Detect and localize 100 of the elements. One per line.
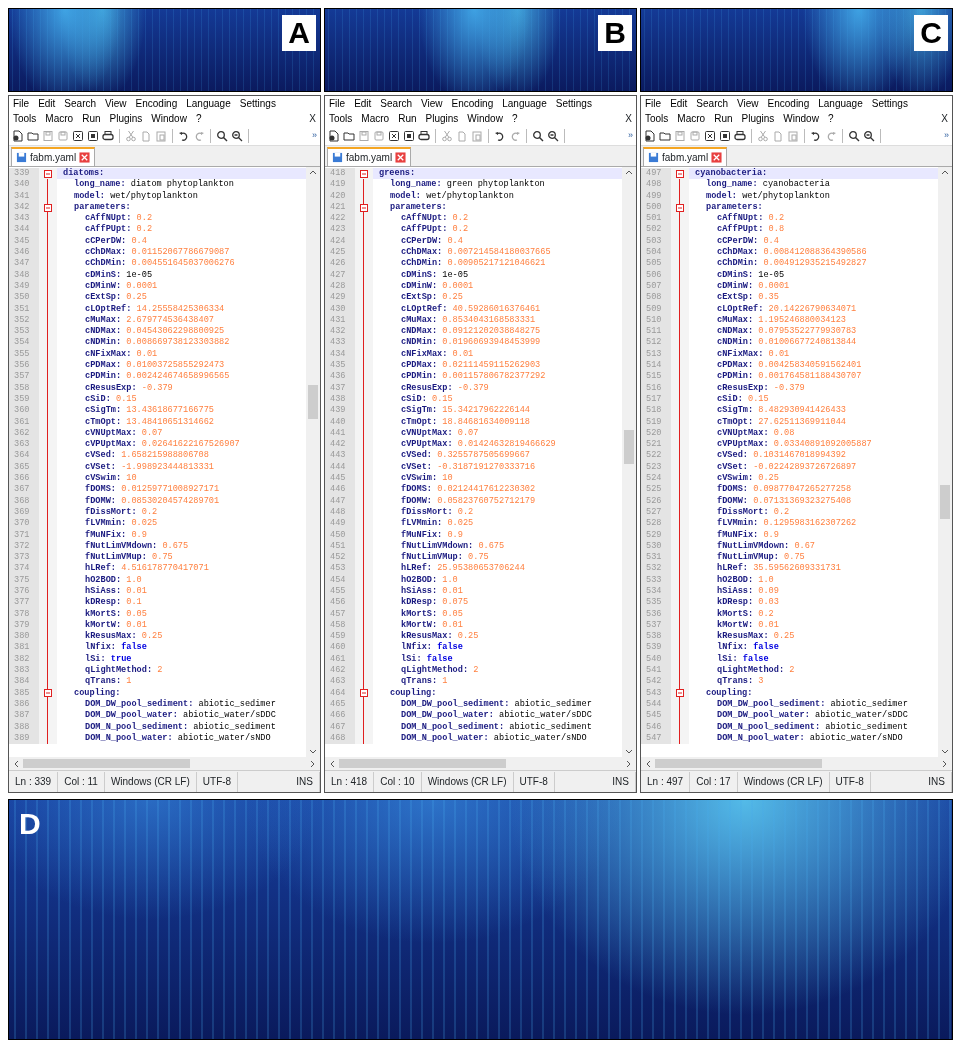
- menu-item[interactable]: Edit: [670, 96, 688, 111]
- file-tab[interactable]: fabm.yaml: [643, 147, 728, 166]
- more-button[interactable]: »: [628, 128, 633, 143]
- tab-label[interactable]: fabm.yaml: [30, 150, 77, 165]
- menu-item[interactable]: Tools: [645, 111, 669, 126]
- menu-item[interactable]: Language: [186, 96, 231, 111]
- menu-item[interactable]: File: [13, 96, 30, 111]
- minus-box-icon[interactable]: [44, 689, 52, 698]
- minus-box-icon[interactable]: [676, 169, 684, 178]
- folder-icon[interactable]: [659, 129, 671, 142]
- menu-item[interactable]: View: [105, 96, 127, 111]
- close-button[interactable]: X: [941, 111, 948, 126]
- close-button[interactable]: X: [625, 111, 632, 126]
- menu-item[interactable]: Plugins: [425, 111, 459, 126]
- close-icon[interactable]: [72, 129, 84, 142]
- new-file-icon[interactable]: [328, 129, 340, 142]
- menu-item[interactable]: Edit: [38, 96, 56, 111]
- minus-box-icon[interactable]: [360, 169, 368, 178]
- yaml-key: cNDMin:: [85, 337, 122, 348]
- minus-box-icon[interactable]: [44, 169, 52, 178]
- menu-item[interactable]: ?: [827, 111, 834, 126]
- menu-item[interactable]: Search: [64, 96, 97, 111]
- menu-item[interactable]: Window: [151, 111, 187, 126]
- tab-label[interactable]: fabm.yaml: [346, 150, 393, 165]
- undo-icon[interactable]: [810, 129, 822, 142]
- minus-box-icon[interactable]: [676, 203, 684, 212]
- close-icon[interactable]: [388, 129, 400, 142]
- search-icon[interactable]: [216, 129, 228, 142]
- scrollbar-thumb[interactable]: [308, 385, 318, 420]
- minus-box-icon[interactable]: [360, 203, 368, 212]
- menu-item[interactable]: Window: [467, 111, 503, 126]
- menu-item[interactable]: Search: [380, 96, 413, 111]
- new-file-icon[interactable]: [12, 129, 24, 142]
- line-number: 498: [641, 179, 671, 191]
- menu-item[interactable]: File: [329, 96, 346, 111]
- close-button[interactable]: X: [309, 111, 316, 126]
- undo-icon[interactable]: [178, 129, 190, 142]
- magnifier-icon[interactable]: [863, 129, 875, 142]
- menu-item[interactable]: Language: [502, 96, 547, 111]
- menu-item[interactable]: Run: [82, 111, 101, 126]
- new-file-icon[interactable]: [644, 129, 656, 142]
- folder-icon[interactable]: [343, 129, 355, 142]
- menu-item[interactable]: Macro: [677, 111, 706, 126]
- menu-item[interactable]: Encoding: [451, 96, 494, 111]
- folder-icon[interactable]: [27, 129, 39, 142]
- close-icon[interactable]: [704, 129, 716, 142]
- menu-item[interactable]: ?: [511, 111, 518, 126]
- yaml-value: 10: [442, 473, 453, 483]
- scrollbar-thumb[interactable]: [339, 759, 506, 769]
- print-icon[interactable]: [734, 129, 746, 142]
- close-all-icon[interactable]: [403, 129, 415, 142]
- vertical-scrollbar[interactable]: [938, 167, 952, 758]
- menu-item[interactable]: Edit: [354, 96, 372, 111]
- menu-item[interactable]: Encoding: [767, 96, 810, 111]
- line-number: 385: [9, 687, 39, 699]
- menu-item[interactable]: Encoding: [135, 96, 178, 111]
- close-all-icon[interactable]: [87, 129, 99, 142]
- menu-item[interactable]: Plugins: [741, 111, 775, 126]
- scrollbar-thumb[interactable]: [23, 759, 190, 769]
- print-icon[interactable]: [102, 129, 114, 142]
- menu-item[interactable]: Tools: [13, 111, 37, 126]
- minus-box-icon[interactable]: [44, 203, 52, 212]
- magnifier-icon[interactable]: [547, 129, 559, 142]
- search-icon[interactable]: [848, 129, 860, 142]
- menu-item[interactable]: View: [737, 96, 759, 111]
- menu-item[interactable]: Tools: [329, 111, 353, 126]
- file-tab[interactable]: fabm.yaml: [11, 147, 96, 166]
- menu-item[interactable]: Language: [818, 96, 863, 111]
- scrollbar-thumb[interactable]: [624, 430, 634, 465]
- menu-item[interactable]: Macro: [361, 111, 390, 126]
- print-icon[interactable]: [418, 129, 430, 142]
- tab-label[interactable]: fabm.yaml: [662, 150, 709, 165]
- scrollbar-thumb[interactable]: [655, 759, 822, 769]
- undo-icon[interactable]: [494, 129, 506, 142]
- menu-item[interactable]: Run: [714, 111, 733, 126]
- yaml-value: 0.9: [763, 529, 779, 540]
- close-all-icon[interactable]: [719, 129, 731, 142]
- minus-box-icon[interactable]: [360, 689, 368, 698]
- menu-item[interactable]: Plugins: [109, 111, 143, 126]
- scrollbar-thumb[interactable]: [940, 485, 950, 520]
- menu-item[interactable]: Settings: [555, 96, 592, 111]
- menu-item[interactable]: File: [645, 96, 662, 111]
- yaml-key: hO2BOD:: [401, 574, 438, 585]
- vertical-scrollbar[interactable]: [306, 167, 320, 758]
- menu-item[interactable]: Search: [696, 96, 729, 111]
- more-button[interactable]: »: [944, 128, 949, 143]
- menu-item[interactable]: Macro: [45, 111, 74, 126]
- status-text: Ln : 339: [9, 771, 59, 792]
- menu-item[interactable]: Run: [398, 111, 417, 126]
- minus-box-icon[interactable]: [676, 689, 684, 698]
- search-icon[interactable]: [532, 129, 544, 142]
- magnifier-icon[interactable]: [231, 129, 243, 142]
- menu-item[interactable]: Settings: [239, 96, 276, 111]
- file-tab[interactable]: fabm.yaml: [327, 147, 412, 166]
- more-button[interactable]: »: [312, 128, 317, 143]
- menu-item[interactable]: View: [421, 96, 443, 111]
- menu-item[interactable]: ?: [195, 111, 202, 126]
- menu-item[interactable]: Window: [783, 111, 819, 126]
- vertical-scrollbar[interactable]: [622, 167, 636, 758]
- menu-item[interactable]: Settings: [871, 96, 908, 111]
